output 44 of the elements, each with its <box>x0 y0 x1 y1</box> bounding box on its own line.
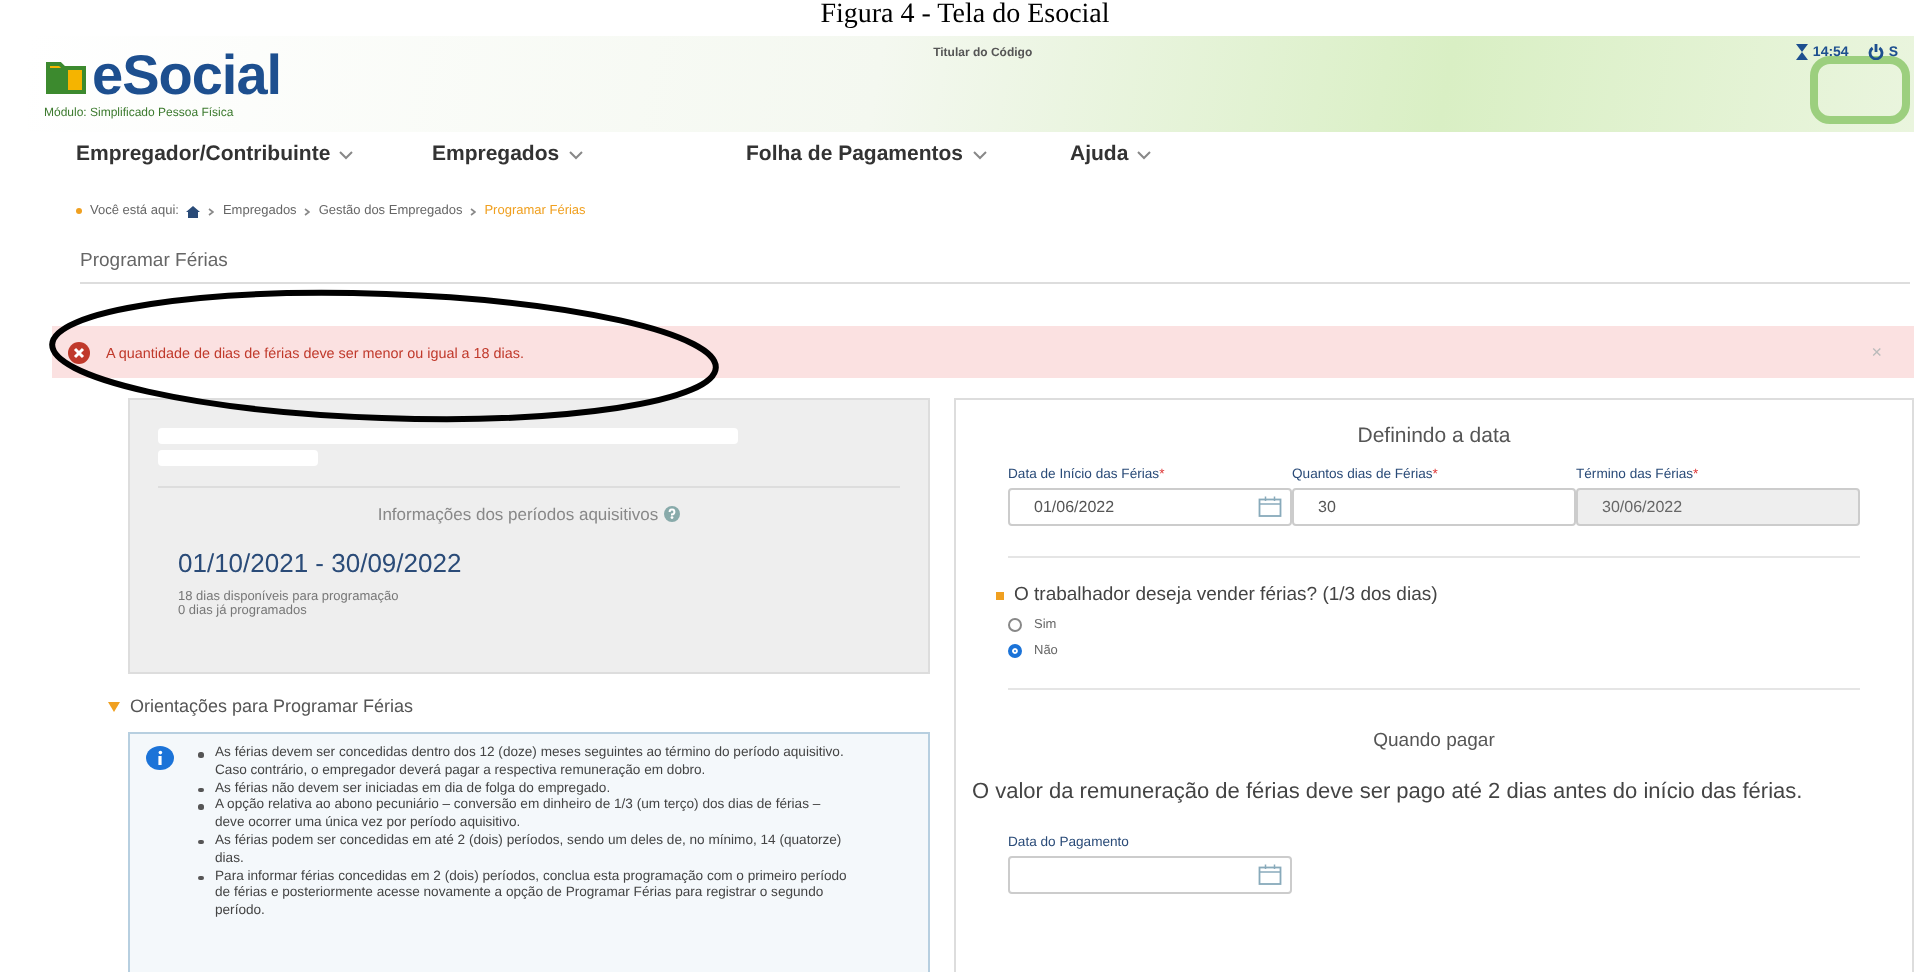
calendar-icon[interactable] <box>1258 864 1282 886</box>
figure-caption: Figura 4 - Tela do Esocial <box>818 0 1112 34</box>
section-title: Quando pagar <box>1371 730 1497 752</box>
nav-menu-item[interactable]: Empregados <box>432 142 746 166</box>
calendar-icon[interactable] <box>1258 496 1282 518</box>
page-title: Programar Férias <box>80 250 1910 284</box>
help-icon[interactable] <box>664 506 681 522</box>
nav-menu-item[interactable]: Ajuda <box>1070 142 1153 166</box>
period-dates: 01/10/2021 - 30/09/2022 <box>178 548 464 578</box>
nav-menu-item[interactable]: Empregador/Contribuinte <box>76 142 432 166</box>
bullet-icon <box>198 875 203 881</box>
chevron-right-icon <box>470 207 477 215</box>
error-icon <box>68 341 90 363</box>
chevron-down-icon <box>567 149 584 159</box>
nav-menu-item[interactable]: Folha de Pagamentos <box>746 142 1070 166</box>
period-heading: Informações dos períodos aquisitivos <box>377 504 659 524</box>
hourglass-icon <box>1796 44 1809 60</box>
chevron-down-icon <box>971 149 988 159</box>
chevron-right-icon <box>304 207 311 215</box>
home-icon[interactable] <box>186 205 201 217</box>
guidance-title[interactable]: Orientações para Programar Férias <box>130 696 414 716</box>
bullet-icon <box>198 839 203 845</box>
section-title: Definindo a data <box>1355 424 1513 448</box>
input-field[interactable] <box>1008 856 1292 894</box>
radio-icon[interactable] <box>1008 618 1022 632</box>
input-field[interactable]: 01/06/2022 <box>1008 488 1292 526</box>
bullet-icon <box>996 591 1004 599</box>
radio-icon[interactable] <box>1008 644 1022 658</box>
power-icon[interactable] <box>1868 44 1885 60</box>
folder-logo-icon <box>44 56 88 96</box>
logo-text: eSocial <box>92 44 282 107</box>
bullet-icon <box>198 752 203 757</box>
bullet-icon <box>76 208 82 214</box>
info-icon <box>146 746 174 770</box>
input-field[interactable]: 30/06/2022 <box>1576 488 1860 526</box>
question-label: O trabalhador deseja vender férias? (1/3 dos dias) <box>1014 584 1438 606</box>
chevron-down-icon <box>1136 149 1153 159</box>
caret-icon[interactable] <box>108 701 120 711</box>
bullet-icon <box>198 804 203 810</box>
chevron-right-icon <box>208 207 215 215</box>
chevron-down-icon <box>338 149 355 159</box>
input-field[interactable]: 30 <box>1292 488 1576 526</box>
payment-note: O valor da remuneração de férias deve ser pago até 2 dias antes do início das férias. <box>972 778 1805 808</box>
bullet-icon <box>198 787 203 793</box>
